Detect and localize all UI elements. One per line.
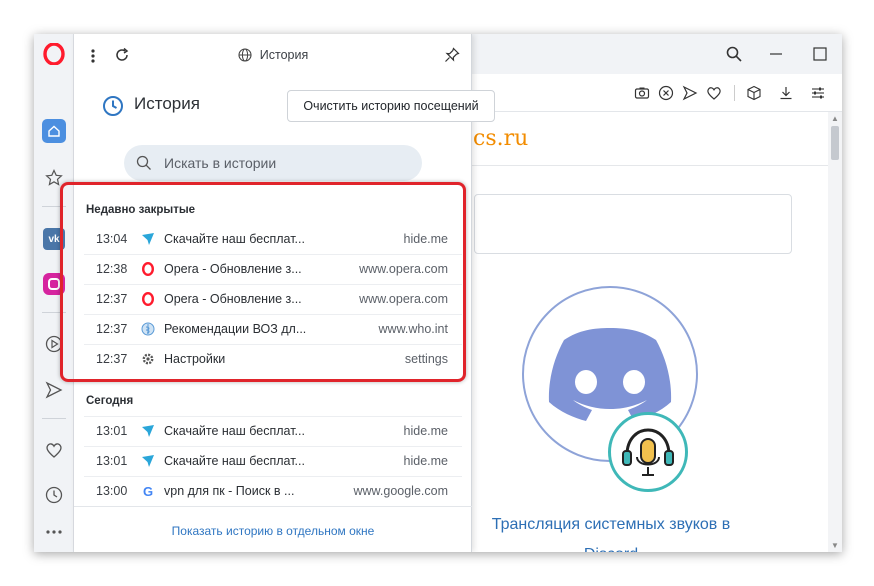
opera-menu-icon[interactable] xyxy=(40,40,68,68)
show-history-window-link[interactable]: Показать историю в отдельном окне xyxy=(74,524,472,538)
more-dots-icon[interactable] xyxy=(40,518,68,546)
camera-icon[interactable] xyxy=(632,83,652,103)
history-row[interactable]: 13:01 Скачайте наш бесплат... hide.me xyxy=(84,416,454,446)
history-time: 13:01 xyxy=(96,454,128,468)
history-time: 13:01 xyxy=(96,424,128,438)
google-icon: G xyxy=(142,483,154,499)
send-icon[interactable] xyxy=(680,83,700,103)
article-title[interactable]: Трансляция системных звуков в Discord xyxy=(486,510,736,552)
cube-icon[interactable] xyxy=(744,83,764,103)
minimize-button[interactable] xyxy=(764,42,788,66)
pin-icon[interactable] xyxy=(444,47,460,68)
history-time: 13:00 xyxy=(96,484,128,498)
clear-history-button[interactable]: Очистить историю посещений xyxy=(287,90,495,122)
easy-setup-icon[interactable] xyxy=(808,83,828,103)
site-search-box[interactable] xyxy=(474,194,792,254)
today-title: Сегодня xyxy=(86,395,134,407)
history-heading: История xyxy=(134,94,200,113)
browser-window: cs.ru Трансляция системных звуков в Disc… xyxy=(34,34,842,552)
scroll-down-icon[interactable]: ▼ xyxy=(831,541,839,550)
history-domain: hide.me xyxy=(403,454,448,468)
history-title: vpn для пк - Поиск в ... xyxy=(164,484,295,498)
scroll-up-icon[interactable]: ▲ xyxy=(831,114,839,123)
site-logo[interactable]: cs.ru xyxy=(473,126,528,151)
history-clock-icon[interactable] xyxy=(40,481,68,509)
my-flow-heart-icon[interactable] xyxy=(40,436,68,464)
history-title: Скачайте наш бесплат... xyxy=(164,424,305,438)
hideme-icon xyxy=(140,423,156,439)
podcast-mic-icon xyxy=(608,412,688,492)
scroll-thumb[interactable] xyxy=(831,126,839,160)
heart-icon[interactable] xyxy=(704,83,724,103)
screenshot-stage: cs.ru Трансляция системных звуков в Disc… xyxy=(0,0,874,586)
history-search-input[interactable]: Искать в истории xyxy=(124,145,422,181)
sidebar-divider xyxy=(42,418,66,419)
page-scrollbar[interactable]: ▲ ▼ xyxy=(828,112,842,552)
search-icon xyxy=(136,155,152,176)
search-icon[interactable] xyxy=(722,42,746,66)
panel-top-bar: История xyxy=(74,34,472,78)
adblock-icon[interactable] xyxy=(656,83,676,103)
history-row[interactable]: 13:01 Скачайте наш бесплат... hide.me xyxy=(84,446,454,476)
hideme-icon xyxy=(140,453,156,469)
maximize-button[interactable] xyxy=(808,42,832,66)
history-title: Скачайте наш бесплат... xyxy=(164,454,305,468)
search-placeholder: Искать в истории xyxy=(164,155,277,171)
speed-dial-home-icon[interactable] xyxy=(42,119,66,143)
history-domain: hide.me xyxy=(403,424,448,438)
history-row[interactable]: 13:00 G vpn для пк - Поиск в ... www.goo… xyxy=(84,476,454,506)
download-icon[interactable] xyxy=(776,83,796,103)
toolbar-divider xyxy=(734,85,735,101)
footer-divider xyxy=(74,506,472,507)
panel-top-title: История xyxy=(259,48,309,62)
recently-closed-highlight xyxy=(60,182,466,382)
history-heading-clock-icon xyxy=(102,95,124,122)
history-domain: www.google.com xyxy=(353,484,449,498)
